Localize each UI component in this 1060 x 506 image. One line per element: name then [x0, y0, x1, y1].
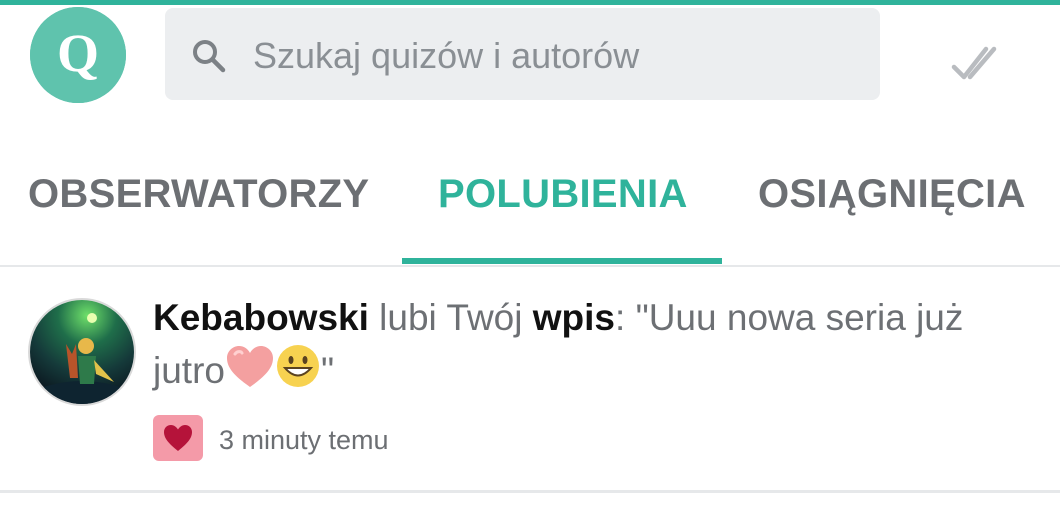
- notification-text: Kebabowski lubi Twój wpis: "Uuu nowa ser…: [153, 293, 1033, 402]
- search-input[interactable]: Szukaj quizów i autorów: [253, 36, 639, 76]
- notification-action: lubi Twój: [368, 297, 533, 338]
- notification-user[interactable]: Kebabowski: [153, 297, 369, 338]
- tab-bar: OBSERWATORZY POLUBIENIA OSIĄGNIĘCIA: [0, 150, 1060, 265]
- notification-object[interactable]: wpis: [533, 297, 615, 338]
- app-logo[interactable]: Q: [30, 7, 126, 103]
- notification-colon: :: [615, 297, 636, 338]
- tab-likes[interactable]: POLUBIENIA: [438, 172, 688, 217]
- heart-icon: [164, 425, 192, 451]
- double-check-icon: [951, 46, 997, 80]
- app-header: Q Szukaj quizów i autorów: [0, 5, 1060, 105]
- search-bar[interactable]: Szukaj quizów i autorów: [165, 8, 880, 100]
- heart-emoji: [225, 345, 275, 402]
- notification-item[interactable]: Kebabowski lubi Twój wpis: "Uuu nowa ser…: [0, 267, 1060, 492]
- grinning-face-emoji: [275, 343, 321, 402]
- list-divider: [0, 490, 1060, 493]
- notification-quote-end: ": [320, 350, 335, 391]
- svg-text:Q: Q: [57, 23, 99, 83]
- active-tab-indicator: [402, 258, 722, 264]
- quiz-logo-icon: Q: [30, 7, 126, 103]
- mark-all-read-button[interactable]: [948, 37, 1000, 89]
- tab-achievements[interactable]: OSIĄGNIĘCIA: [758, 172, 1026, 217]
- tab-observers[interactable]: OBSERWATORZY: [28, 172, 369, 217]
- avatar[interactable]: [30, 300, 134, 404]
- search-icon: [191, 38, 227, 74]
- notification-time: 3 minuty temu: [219, 425, 389, 455]
- like-badge: [153, 415, 203, 461]
